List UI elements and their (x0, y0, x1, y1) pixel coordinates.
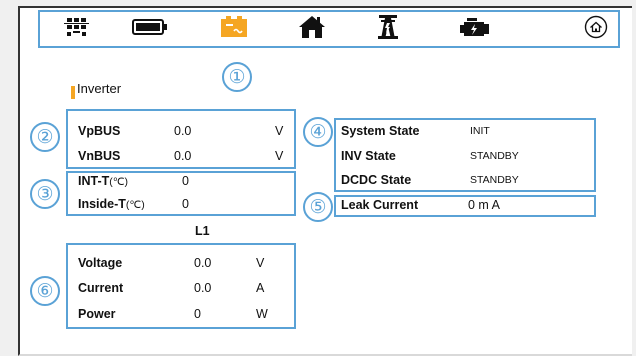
grid-tower-icon[interactable] (372, 14, 404, 40)
current-unit: A (256, 281, 265, 295)
leak-current-value: 0 m A (468, 198, 500, 212)
inv-state-value: STANDBY (470, 150, 519, 162)
vpbus-value: 0.0 (174, 124, 192, 138)
marker-3: ③ (30, 179, 60, 209)
vpbus-unit: V (275, 124, 284, 138)
power-unit: W (256, 307, 268, 321)
voltage-unit: V (256, 256, 265, 270)
voltage-value: 0.0 (194, 256, 212, 270)
generator-icon[interactable] (458, 14, 492, 40)
inv-state-label: INV State (341, 149, 396, 163)
marker-5: ⑤ (303, 192, 333, 222)
vnbus-value: 0.0 (174, 149, 192, 163)
section-title-accent (71, 86, 75, 99)
marker-4: ④ (303, 117, 333, 147)
grid-icon[interactable] (62, 14, 96, 40)
marker-1: ① (222, 62, 252, 92)
dcdc-state-value: STANDBY (470, 174, 519, 186)
system-state-label: System State (341, 124, 420, 138)
toolbar-annotation (38, 10, 620, 48)
system-state-value: INIT (470, 125, 490, 137)
inside-temp-label: Inside-T(℃) (78, 197, 145, 211)
dcdc-state-label: DCDC State (341, 173, 412, 187)
vnbus-unit: V (275, 149, 284, 163)
phase-label: L1 (195, 224, 210, 238)
power-value: 0 (194, 307, 201, 321)
inside-temp-label-text: Inside-T (78, 197, 126, 211)
int-temp-label: INT-T(℃) (78, 174, 128, 188)
home-button-icon[interactable] (583, 14, 609, 40)
battery-icon[interactable] (130, 14, 170, 40)
current-value: 0.0 (194, 281, 212, 295)
home-icon[interactable] (296, 14, 328, 40)
vpbus-label: VpBUS (78, 124, 121, 138)
int-temp-value: 0 (182, 174, 189, 188)
marker-2: ② (30, 122, 60, 152)
leak-current-label: Leak Current (341, 198, 419, 212)
inside-temp-value: 0 (182, 197, 189, 211)
pv-panel-icon[interactable] (216, 14, 252, 40)
int-temp-label-text: INT-T (78, 174, 110, 188)
int-temp-unit: (℃) (109, 176, 129, 188)
voltage-label: Voltage (78, 256, 123, 270)
power-label: Power (78, 307, 116, 321)
vnbus-label: VnBUS (78, 149, 121, 163)
current-label: Current (78, 281, 124, 295)
inside-temp-unit: (℃) (125, 199, 145, 211)
marker-6: ⑥ (30, 276, 60, 306)
section-title: Inverter (77, 81, 122, 96)
